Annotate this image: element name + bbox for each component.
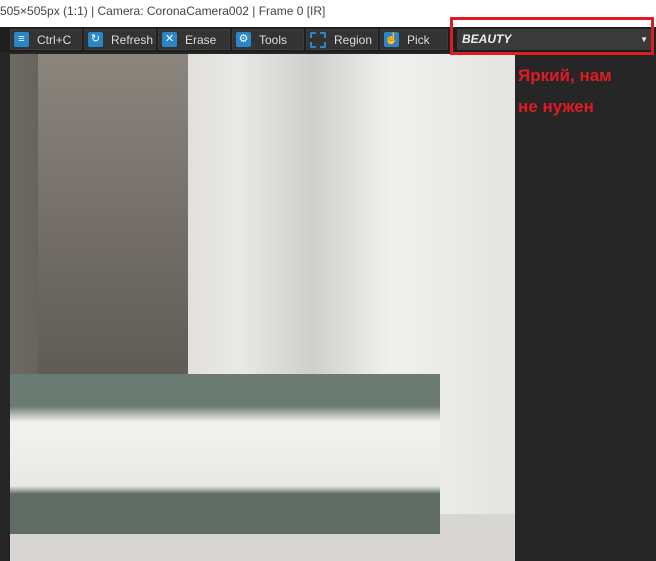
annotation-line-1: Яркий, нам	[518, 66, 612, 85]
clipboard-icon: ≡	[14, 32, 29, 47]
refresh-label: Refresh	[111, 32, 154, 47]
copy-button[interactable]: ≡ Ctrl+C	[10, 29, 82, 50]
window-title: 505×505px (1:1) | Camera: CoronaCamera00…	[0, 4, 326, 18]
render-image	[10, 54, 515, 561]
stone-wall	[38, 54, 188, 384]
refresh-button[interactable]: ↻ Refresh	[84, 29, 156, 50]
copy-label: Ctrl+C	[37, 32, 72, 47]
region-icon	[310, 31, 326, 48]
pick-label: Pick	[407, 32, 430, 47]
erase-button[interactable]: ✕ Erase	[158, 29, 230, 50]
annotation-note: Яркий, нам не нужен	[518, 60, 612, 122]
annotation-line-2: не нужен	[518, 97, 594, 116]
pick-button[interactable]: ☝ Pick	[380, 29, 448, 50]
region-label: Region	[334, 32, 373, 47]
bed	[10, 374, 440, 534]
erase-icon: ✕	[162, 32, 177, 47]
erase-label: Erase	[185, 32, 217, 47]
region-button[interactable]: Region	[306, 29, 378, 50]
gear-icon: ⚙	[236, 32, 251, 47]
refresh-icon: ↻	[88, 32, 103, 47]
tools-button[interactable]: ⚙ Tools	[232, 29, 304, 50]
tools-label: Tools	[259, 32, 288, 47]
highlight-box	[450, 17, 654, 55]
hand-pointer-icon: ☝	[384, 32, 399, 47]
